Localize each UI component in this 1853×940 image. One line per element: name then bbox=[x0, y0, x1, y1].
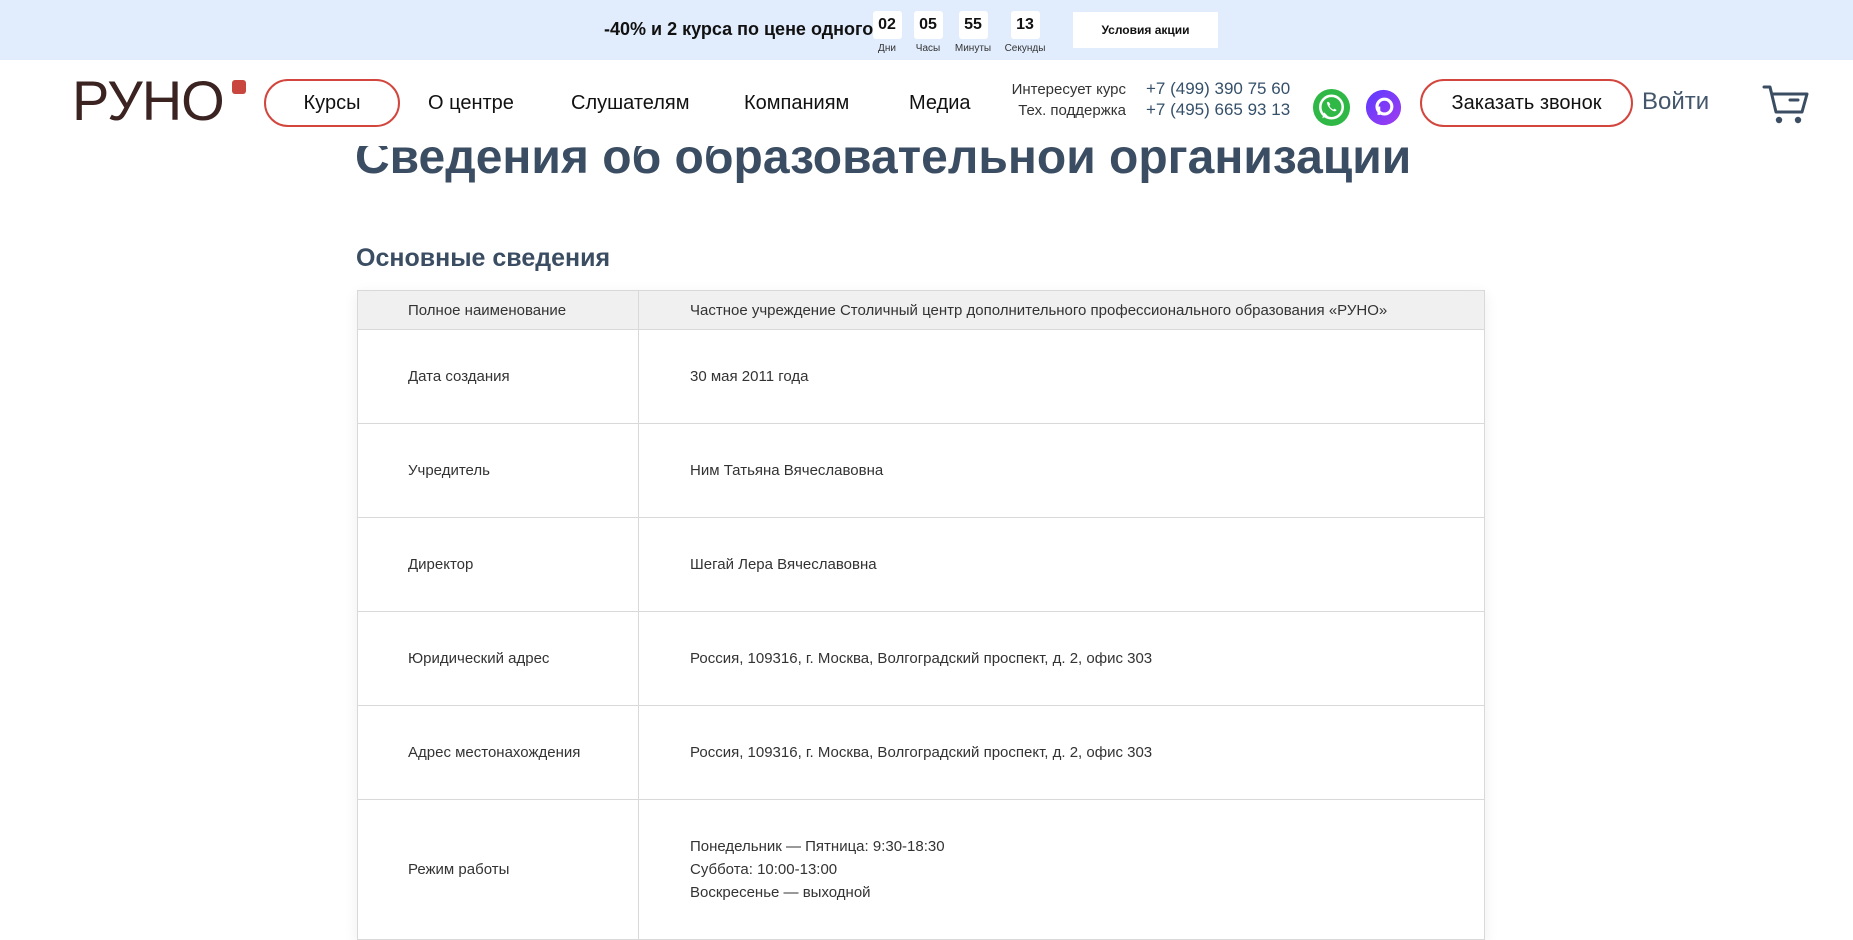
row-value-line: Частное учреждение Столичный центр допол… bbox=[690, 301, 1388, 319]
promo-bar: -40% и 2 курса по цене одного 02 Дни 05 … bbox=[0, 0, 1853, 60]
countdown-seconds: 13 Секунды bbox=[1004, 11, 1046, 54]
row-value-line: Понедельник — Пятница: 9:30-18:30 bbox=[690, 838, 945, 855]
table-row: Учредитель Ним Татьяна Вячеславовна bbox=[358, 423, 1484, 517]
row-value: Ним Татьяна Вячеславовна bbox=[639, 424, 1484, 517]
contact-phones: +7 (499) 390 75 60 +7 (495) 665 93 13 bbox=[1146, 78, 1290, 120]
row-value-line: Шегай Лера Вячеславовна bbox=[690, 556, 877, 573]
countdown-label: Секунды bbox=[1004, 43, 1046, 54]
row-label: Режим работы bbox=[358, 800, 639, 939]
section-title: Основные сведения bbox=[356, 244, 611, 272]
row-value: Россия, 109316, г. Москва, Волгоградский… bbox=[639, 706, 1484, 799]
row-label: Учредитель bbox=[358, 424, 639, 517]
login-link[interactable]: Войти bbox=[1642, 88, 1709, 116]
countdown-minutes: 55 Минуты bbox=[952, 11, 994, 54]
countdown-label: Часы bbox=[915, 43, 941, 54]
max-messenger-icon[interactable] bbox=[1365, 89, 1402, 126]
countdown-value: 55 bbox=[958, 11, 988, 39]
countdown-label: Дни bbox=[878, 43, 896, 54]
countdown-value: 13 bbox=[1010, 11, 1040, 39]
countdown-label: Минуты bbox=[954, 43, 992, 54]
callback-button[interactable]: Заказать звонок bbox=[1420, 79, 1633, 127]
site-header: РУНО Курсы О центре Слушателям Компаниям… bbox=[0, 60, 1853, 146]
contact-label-support: Тех. поддержка bbox=[1018, 102, 1126, 119]
promo-text: -40% и 2 курса по цене одного bbox=[604, 19, 874, 39]
table-row: Адрес местонахождения Россия, 109316, г.… bbox=[358, 705, 1484, 799]
countdown-hours: 05 Часы bbox=[907, 11, 949, 54]
table-row: Режим работы Понедельник — Пятница: 9:30… bbox=[358, 799, 1484, 939]
nav-about[interactable]: О центре bbox=[428, 79, 514, 127]
nav-students[interactable]: Слушателям bbox=[571, 79, 690, 127]
row-value: Россия, 109316, г. Москва, Волгоградский… bbox=[639, 612, 1484, 705]
whatsapp-icon[interactable] bbox=[1312, 88, 1351, 127]
cart-icon[interactable] bbox=[1762, 82, 1810, 126]
row-value-line: 30 мая 2011 года bbox=[690, 368, 809, 385]
nav-media[interactable]: Медиа bbox=[909, 79, 971, 127]
countdown-value: 05 bbox=[913, 11, 943, 39]
phone-course-link[interactable]: +7 (499) 390 75 60 bbox=[1146, 78, 1290, 99]
row-value: Шегай Лера Вячеславовна bbox=[639, 518, 1484, 611]
phone-support-link[interactable]: +7 (495) 665 93 13 bbox=[1146, 99, 1290, 120]
contact-labels: Интересует курс Тех. поддержка bbox=[985, 79, 1126, 121]
logo-text: РУНО bbox=[72, 69, 225, 132]
nav-courses-button[interactable]: Курсы bbox=[264, 79, 400, 127]
row-label: Юридический адрес bbox=[358, 612, 639, 705]
table-row: Полное наименование Частное учреждение С… bbox=[358, 291, 1484, 329]
table-row: Директор Шегай Лера Вячеславовна bbox=[358, 517, 1484, 611]
table-row: Юридический адрес Россия, 109316, г. Мос… bbox=[358, 611, 1484, 705]
row-label: Полное наименование bbox=[358, 291, 639, 329]
row-value-line: Суббота: 10:00-13:00 bbox=[690, 861, 838, 878]
countdown-days: 02 Дни bbox=[866, 11, 908, 54]
logo-dot bbox=[232, 80, 246, 94]
logo[interactable]: РУНО bbox=[72, 73, 246, 129]
info-table: Полное наименование Частное учреждение С… bbox=[357, 290, 1485, 940]
countdown-value: 02 bbox=[872, 11, 902, 39]
nav-companies[interactable]: Компаниям bbox=[744, 79, 849, 127]
table-row: Дата создания 30 мая 2011 года bbox=[358, 329, 1484, 423]
row-value: Частное учреждение Столичный центр допол… bbox=[639, 291, 1484, 329]
row-label: Дата создания bbox=[358, 330, 639, 423]
row-value-line: Россия, 109316, г. Москва, Волгоградский… bbox=[690, 744, 1153, 761]
row-label: Адрес местонахождения bbox=[358, 706, 639, 799]
promo-terms-button[interactable]: Условия акции bbox=[1073, 12, 1218, 48]
row-label: Директор bbox=[358, 518, 639, 611]
row-value-line: Воскресенье — выходной bbox=[690, 884, 871, 901]
row-value-line: Ним Татьяна Вячеславовна bbox=[690, 462, 884, 479]
row-value-line: Россия, 109316, г. Москва, Волгоградский… bbox=[690, 650, 1153, 667]
row-value: 30 мая 2011 года bbox=[639, 330, 1484, 423]
row-value: Понедельник — Пятница: 9:30-18:30 Суббот… bbox=[639, 800, 1484, 939]
contact-label-course: Интересует курс bbox=[1011, 81, 1126, 98]
